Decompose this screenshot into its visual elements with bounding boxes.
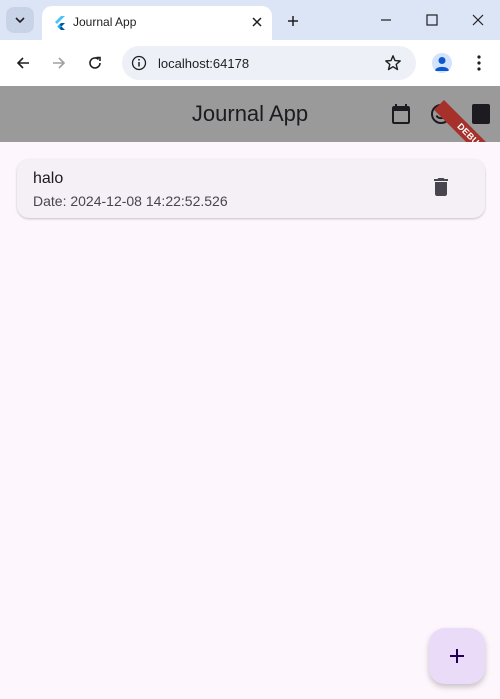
add-icon — [450, 649, 464, 663]
maximize-button[interactable] — [422, 10, 442, 30]
reload-icon — [89, 56, 101, 69]
info-icon[interactable] — [131, 55, 147, 71]
entry-title: halo — [33, 170, 64, 187]
delete-icon — [434, 178, 448, 196]
new-tab-button[interactable] — [283, 11, 303, 31]
arrow-left-icon — [16, 57, 29, 69]
person-icon — [435, 57, 449, 71]
delete-button[interactable] — [429, 175, 453, 199]
app-bar: Journal App DEBUG — [0, 86, 500, 142]
tab-title: Journal App — [73, 15, 137, 29]
more-vert-icon — [477, 55, 481, 71]
book-icon[interactable] — [469, 102, 493, 126]
tab-close-button[interactable] — [248, 13, 266, 31]
browser-tab[interactable]: Journal App — [42, 6, 272, 40]
profile-avatar[interactable] — [432, 53, 452, 73]
calendar-icon[interactable] — [389, 102, 413, 126]
close-window-button[interactable] — [468, 10, 488, 30]
url-text[interactable]: localhost:64178 — [158, 56, 249, 71]
minimize-icon — [381, 19, 391, 21]
back-button[interactable] — [12, 52, 34, 74]
browser-tabstrip: Journal App — [0, 0, 500, 40]
maximize-icon — [426, 14, 438, 26]
browser-menu-button[interactable] — [470, 52, 488, 74]
browser-toolbar: localhost:64178 — [0, 40, 500, 86]
tab-search-button[interactable] — [6, 7, 34, 33]
entry-date: Date: 2024-12-08 14:22:52.526 — [33, 193, 228, 209]
chevron-down-icon — [15, 17, 25, 24]
star-icon[interactable] — [384, 54, 402, 72]
close-icon — [252, 17, 262, 27]
flutter-icon — [55, 16, 65, 30]
arrow-right-icon — [53, 57, 66, 69]
address-bar[interactable]: localhost:64178 — [122, 46, 416, 80]
plus-icon — [288, 16, 298, 26]
page-title: Journal App — [191, 101, 309, 126]
reload-button[interactable] — [84, 52, 106, 74]
close-icon — [472, 14, 484, 26]
add-entry-button[interactable] — [429, 628, 485, 684]
minimize-button[interactable] — [376, 10, 396, 30]
journal-entry-card[interactable]: halo Date: 2024-12-08 14:22:52.526 — [17, 159, 485, 218]
forward-button[interactable] — [48, 52, 70, 74]
